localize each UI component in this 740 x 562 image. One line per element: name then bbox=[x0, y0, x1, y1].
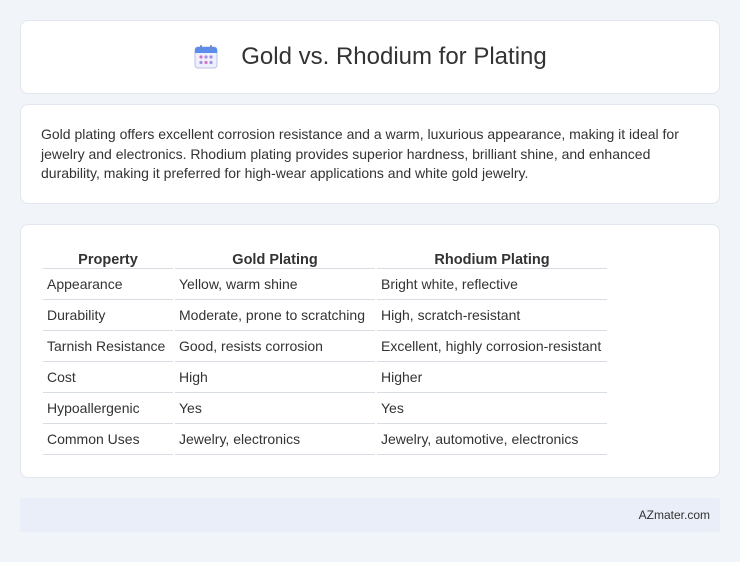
table-cell: Jewelry, electronics bbox=[175, 424, 375, 455]
column-header-rhodium: Rhodium Plating bbox=[377, 245, 607, 269]
table-cell: Bright white, reflective bbox=[377, 269, 607, 300]
table-cell: Hypoallergenic bbox=[43, 393, 173, 424]
table-cell: Good, resists corrosion bbox=[175, 331, 375, 362]
comparison-table-card: Property Gold Plating Rhodium Plating Ap… bbox=[20, 224, 720, 478]
table-cell: Cost bbox=[43, 362, 173, 393]
table-row: Tarnish Resistance Good, resists corrosi… bbox=[43, 331, 607, 362]
title-card: Gold vs. Rhodium for Plating bbox=[20, 20, 720, 94]
column-header-gold: Gold Plating bbox=[175, 245, 375, 269]
table-row: Hypoallergenic Yes Yes bbox=[43, 393, 607, 424]
footer: AZmater.com bbox=[20, 498, 720, 532]
table-cell: Moderate, prone to scratching bbox=[175, 300, 375, 331]
title-wrap: Gold vs. Rhodium for Plating bbox=[193, 43, 547, 71]
table-cell: Yellow, warm shine bbox=[175, 269, 375, 300]
table-row: Common Uses Jewelry, electronics Jewelry… bbox=[43, 424, 607, 455]
table-row: Durability Moderate, prone to scratching… bbox=[43, 300, 607, 331]
column-header-property: Property bbox=[43, 245, 173, 269]
page-title: Gold vs. Rhodium for Plating bbox=[241, 43, 547, 70]
description-text: Gold plating offers excellent corrosion … bbox=[41, 126, 679, 181]
table-cell: Excellent, highly corrosion-resistant bbox=[377, 331, 607, 362]
description-card: Gold plating offers excellent corrosion … bbox=[20, 104, 720, 204]
table-header-row: Property Gold Plating Rhodium Plating bbox=[43, 245, 607, 269]
table-cell: High, scratch-resistant bbox=[377, 300, 607, 331]
table-cell: Jewelry, automotive, electronics bbox=[377, 424, 607, 455]
table-cell: High bbox=[175, 362, 375, 393]
table-cell: Common Uses bbox=[43, 424, 173, 455]
table-row: Cost High Higher bbox=[43, 362, 607, 393]
table-row: Appearance Yellow, warm shine Bright whi… bbox=[43, 269, 607, 300]
table-cell: Yes bbox=[175, 393, 375, 424]
table-cell: Tarnish Resistance bbox=[43, 331, 173, 362]
table-cell: Durability bbox=[43, 300, 173, 331]
table-cell: Higher bbox=[377, 362, 607, 393]
table-cell: Yes bbox=[377, 393, 607, 424]
calendar-icon bbox=[194, 45, 218, 69]
footer-site-link[interactable]: AZmater.com bbox=[639, 508, 710, 522]
table-cell: Appearance bbox=[43, 269, 173, 300]
comparison-table: Property Gold Plating Rhodium Plating Ap… bbox=[41, 245, 609, 455]
